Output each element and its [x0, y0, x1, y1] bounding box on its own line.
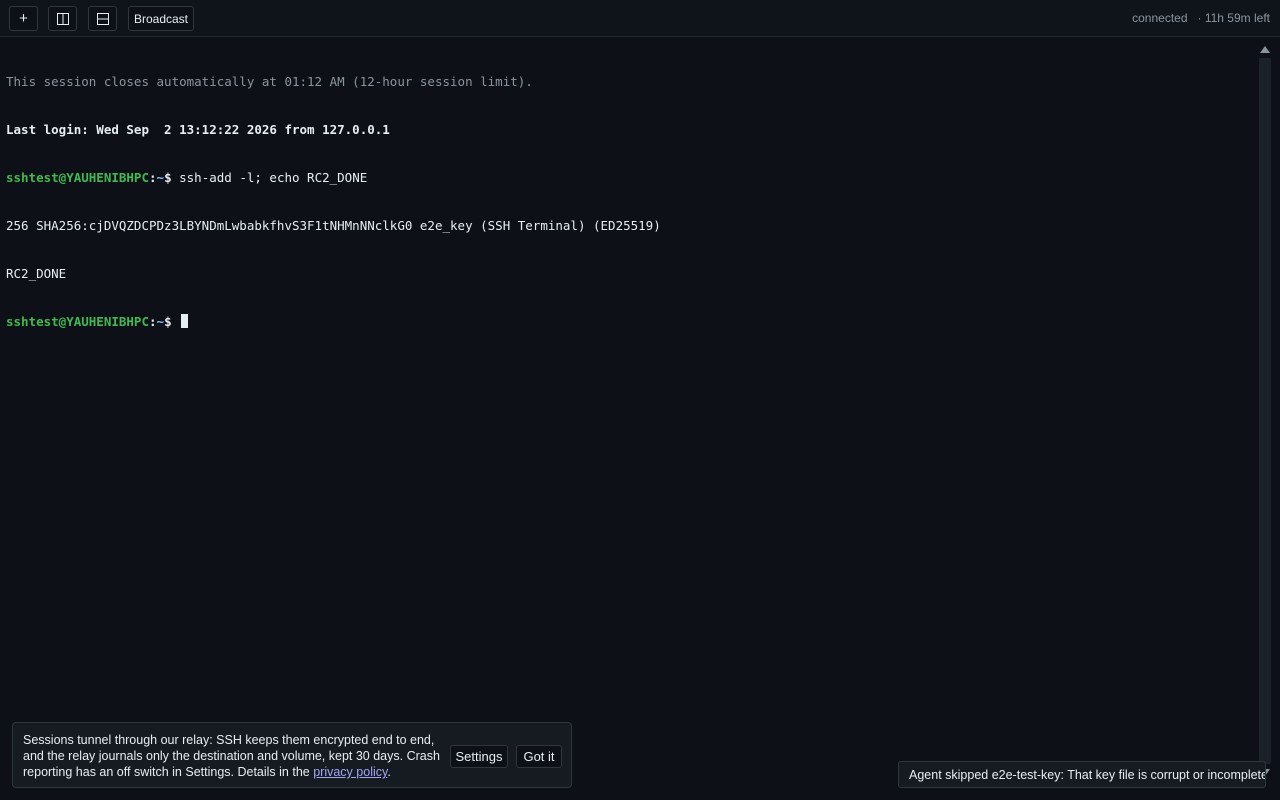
- split-horizontal-button[interactable]: [88, 6, 117, 31]
- prompt-separator: :: [149, 170, 157, 185]
- split-vertical-button[interactable]: [48, 6, 77, 31]
- toast-message: Agent skipped e2e-test-key: That key fil…: [909, 767, 1266, 782]
- prompt-user: sshtest@YAUHENIBHPC: [6, 314, 149, 329]
- prompt-dollar: $: [164, 170, 172, 185]
- banner-message-end: .: [387, 765, 391, 779]
- got-it-label: Got it: [523, 749, 555, 764]
- session-notice: This session closes automatically at 01:…: [6, 74, 533, 89]
- prompt-user: sshtest@YAUHENIBHPC: [6, 170, 149, 185]
- connection-status: connected · 11h 59m left: [1132, 11, 1270, 25]
- last-login-line: Last login: Wed Sep 2 13:12:22 2026 from…: [6, 122, 390, 137]
- privacy-policy-link[interactable]: privacy policy: [313, 765, 387, 779]
- agent-toast: Agent skipped e2e-test-key: That key fil…: [898, 761, 1266, 788]
- settings-label: Settings: [455, 749, 503, 764]
- new-tab-button[interactable]: +: [9, 6, 38, 31]
- terminal-cursor: [181, 314, 189, 328]
- banner-text: Sessions tunnel through our relay: SSH k…: [23, 732, 443, 780]
- scroll-up-icon[interactable]: [1260, 46, 1270, 53]
- split-vertical-icon: [56, 12, 69, 25]
- broadcast-label: Broadcast: [133, 11, 189, 26]
- split-horizontal-icon: [96, 12, 109, 25]
- terminal-scrollbar[interactable]: [1258, 42, 1272, 780]
- status-text: connected: [1132, 11, 1188, 25]
- prompt-path: ~: [156, 170, 165, 185]
- active-prompt-line: sshtest@YAUHENIBHPC:~$: [6, 314, 1252, 330]
- settings-button[interactable]: Settings: [450, 745, 508, 768]
- prompt-trailing: [172, 314, 180, 329]
- prompt-separator: :: [149, 314, 157, 329]
- broadcast-button[interactable]: Broadcast: [128, 6, 194, 31]
- output-line-key: 256 SHA256:cjDVQZDCPDz3LBYNDmLwbabkfhvS3…: [6, 218, 661, 233]
- scrollbar-thumb[interactable]: [1259, 58, 1271, 764]
- new-tab-label: +: [19, 10, 28, 27]
- privacy-banner: Sessions tunnel through our relay: SSH k…: [12, 722, 572, 788]
- command-text: ssh-add -l; echo RC2_DONE: [171, 170, 368, 185]
- prompt-path: ~: [156, 314, 165, 329]
- got-it-button[interactable]: Got it: [516, 745, 562, 768]
- command-line: sshtest@YAUHENIBHPC:~$ ssh-add -l; echo …: [6, 170, 1252, 186]
- terminal-toolbar: + Broadcast connected · 11h 59m left: [0, 0, 1280, 37]
- terminal-output[interactable]: This session closes automatically at 01:…: [6, 42, 1252, 752]
- prompt-dollar: $: [164, 314, 172, 329]
- time-left: · 11h 59m left: [1197, 11, 1270, 25]
- output-line-done: RC2_DONE: [6, 266, 67, 281]
